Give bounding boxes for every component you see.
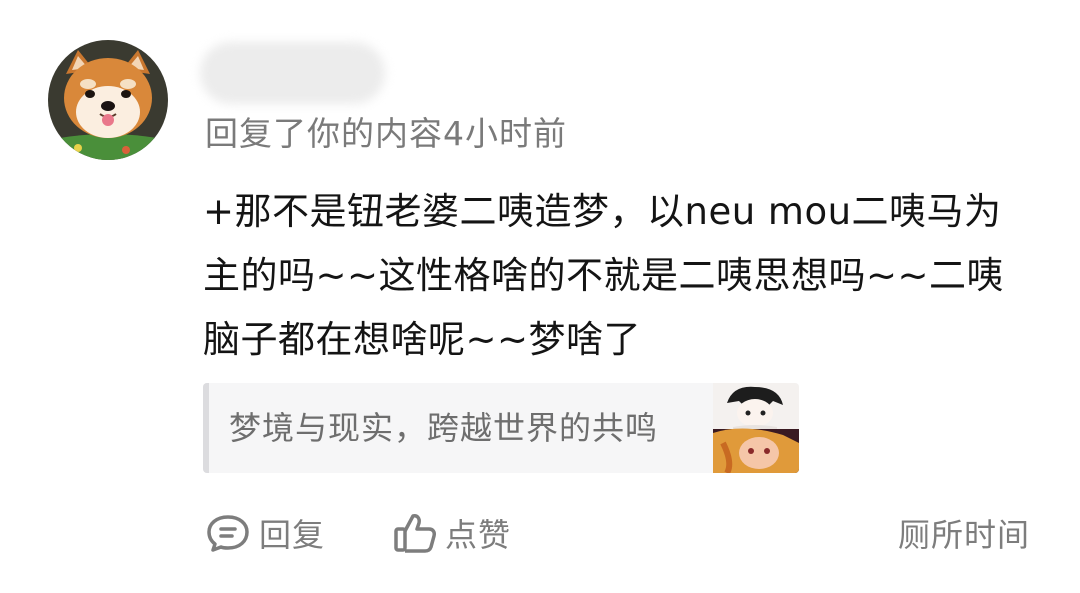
reply-label: 回复: [259, 516, 326, 554]
like-label: 点赞: [445, 516, 512, 554]
comment-meta: 回复了你的内容4小时前: [205, 114, 567, 153]
user-avatar[interactable]: [48, 40, 168, 160]
quoted-content-thumbnail: [713, 383, 799, 473]
time-label: 厕所时间: [897, 516, 1030, 554]
comment-line: 主的吗~~这性格啥的不就是二咦思想吗~~二咦: [203, 254, 1005, 297]
thumbs-up-icon: [394, 514, 436, 553]
quote-accent-bar: [203, 383, 209, 473]
shiba-avatar-image: [48, 40, 168, 160]
quoted-content-title: 梦境与现实，跨越世界的共鸣: [229, 409, 659, 447]
quoted-content-card[interactable]: 梦境与现实，跨越世界的共鸣: [203, 383, 799, 473]
reply-button[interactable]: 回复: [205, 508, 325, 558]
comment-line: +那不是钮老婆二咦造梦，以neu mou二咦马为: [203, 190, 1002, 233]
chat-bubble-icon: [207, 515, 249, 552]
comment-body: +那不是钮老婆二咦造梦，以neu mou二咦马为 主的吗~~这性格啥的不就是二咦…: [203, 180, 1043, 372]
username-redacted: [200, 42, 385, 104]
comment-line: 脑子都在想啥呢~~梦啥了: [203, 318, 642, 361]
like-button[interactable]: 点赞: [393, 508, 511, 558]
